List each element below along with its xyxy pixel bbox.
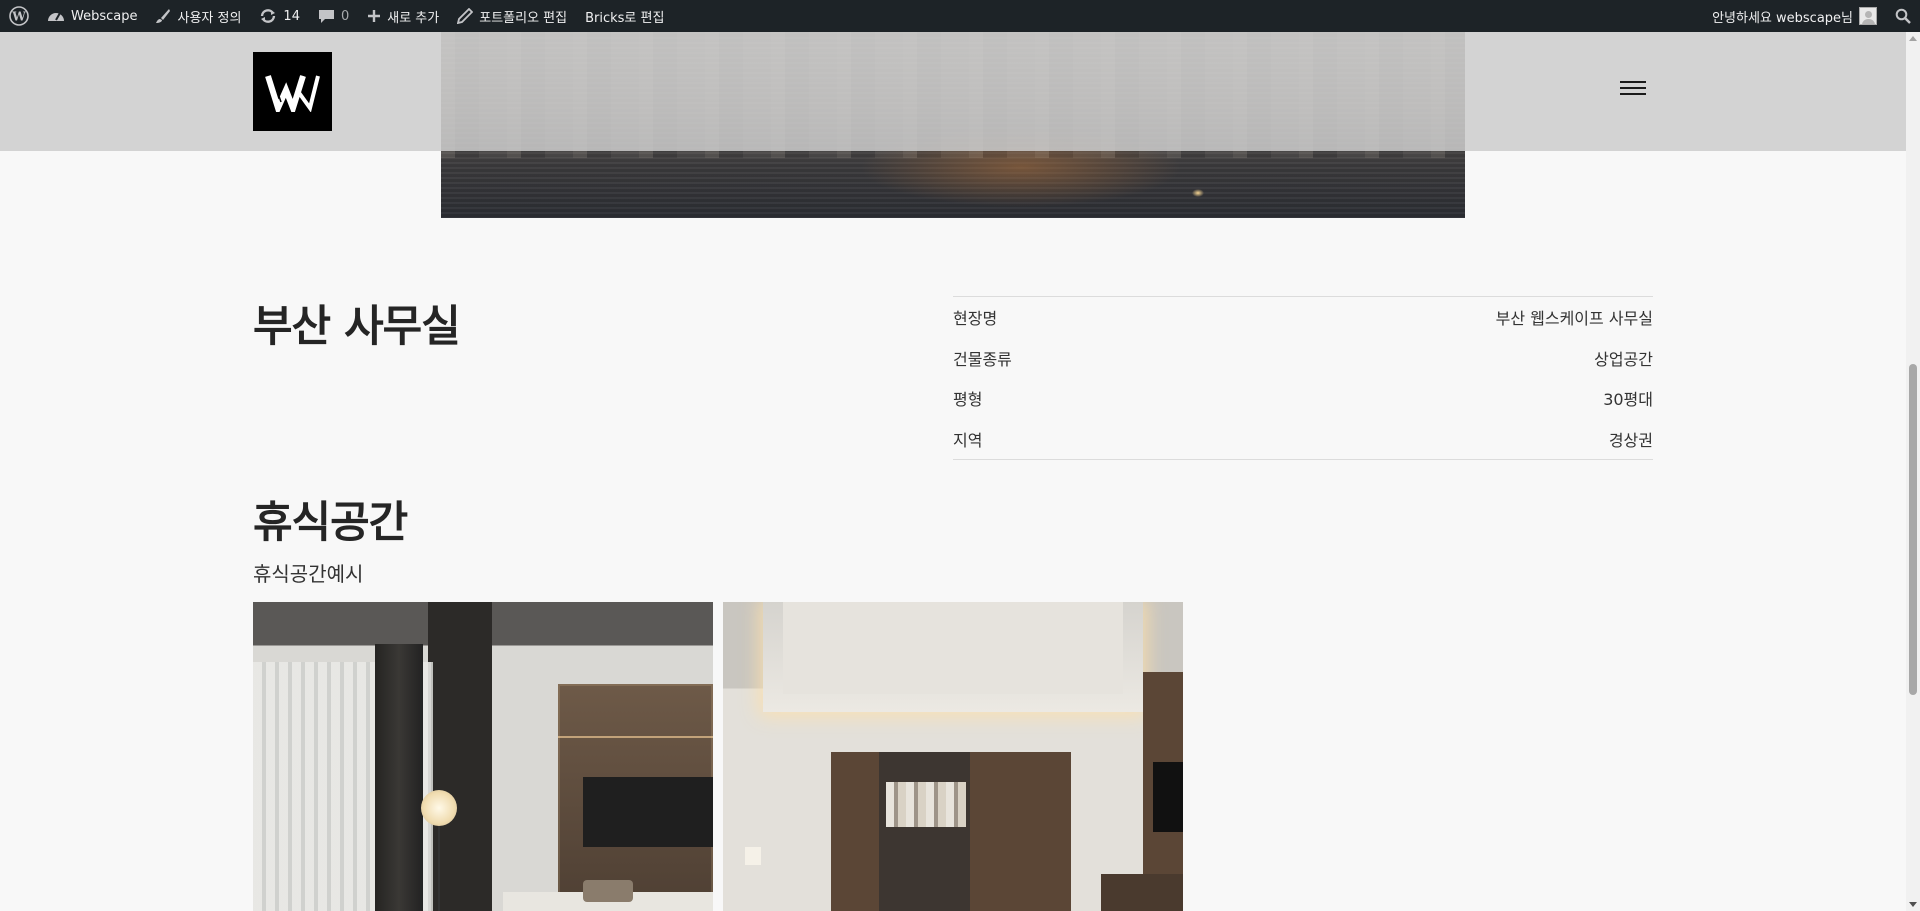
site-name-menu[interactable]: Webscape [38, 0, 146, 32]
svg-text:W: W [11, 10, 26, 24]
edit-portfolio-link[interactable]: 포트폴리오 편집 [448, 0, 576, 32]
customize-link[interactable]: 사용자 정의 [146, 0, 250, 32]
hanging-clothes [886, 782, 966, 827]
updates-link[interactable]: 14 [250, 0, 309, 32]
updates-count: 14 [283, 8, 300, 24]
scroll-down-arrow-icon[interactable] [1909, 902, 1917, 907]
menu-line [1620, 81, 1646, 83]
new-content-link[interactable]: 새로 추가 [358, 0, 448, 32]
pencil-icon [457, 8, 474, 24]
wp-logo-menu[interactable]: W [0, 0, 38, 32]
television [1153, 762, 1183, 832]
plus-icon [367, 9, 381, 23]
info-label: 지역 [953, 430, 983, 450]
info-row: 지역 경상권 [953, 419, 1653, 460]
project-info-table: 현장명 부산 웹스케이프 사무실 건물종류 상업공간 평형 30평대 지역 경상… [953, 296, 1653, 460]
dark-curtain [375, 644, 423, 911]
comments-link[interactable]: 0 [309, 0, 358, 32]
info-label: 건물종류 [953, 349, 1012, 369]
menu-line [1620, 93, 1646, 95]
edit-with-bricks-link[interactable]: Bricks로 편집 [576, 0, 673, 32]
gallery-image-bedroom-1[interactable] [253, 602, 713, 911]
menu-line [1620, 87, 1646, 89]
desk [1101, 874, 1183, 911]
site-logo[interactable] [253, 52, 332, 131]
scroll-thumb[interactable] [1909, 364, 1917, 695]
info-row: 평형 30평대 [953, 378, 1653, 419]
new-label: 새로 추가 [387, 10, 440, 26]
refresh-icon [259, 8, 277, 24]
bricks-label: Bricks로 편집 [585, 10, 665, 26]
search-icon [1895, 8, 1911, 24]
page-title: 부산 사무실 [253, 302, 461, 352]
headboard [583, 777, 713, 847]
info-row: 현장명 부산 웹스케이프 사무실 [953, 297, 1653, 338]
greeting-text: 안녕하세요 webscape님 [1712, 10, 1853, 26]
floor-lamp [421, 790, 457, 826]
gallery-image-bedroom-2[interactable] [723, 602, 1183, 911]
lamp-pole [438, 826, 440, 911]
bedside-lamp [745, 847, 761, 865]
info-value: 상업공간 [1594, 349, 1653, 369]
logo-mark [264, 74, 320, 112]
page-scrollbar[interactable] [1906, 32, 1920, 911]
pillow [583, 880, 633, 902]
avatar [1859, 7, 1877, 25]
dashboard-icon [47, 8, 65, 24]
info-row: 건물종류 상업공간 [953, 338, 1653, 379]
comments-count: 0 [340, 8, 350, 24]
info-label: 평형 [953, 390, 983, 410]
admin-search[interactable] [1886, 0, 1920, 32]
section-subtitle: 휴식공간예시 [253, 562, 364, 586]
ceiling-recess [783, 602, 1123, 694]
info-value: 경상권 [1608, 430, 1653, 450]
admin-bar: W Webscape 사용자 정의 14 0 새로 추가 포트폴리오 편집 Br… [0, 0, 1920, 32]
customize-label: 사용자 정의 [177, 10, 242, 26]
scroll-up-arrow-icon[interactable] [1909, 36, 1917, 41]
hamburger-menu-icon[interactable] [1620, 78, 1646, 98]
wardrobe [831, 752, 1071, 911]
info-label: 현장명 [953, 309, 998, 329]
wordpress-icon: W [9, 6, 29, 26]
info-value: 부산 웹스케이프 사무실 [1495, 309, 1653, 329]
site-name: Webscape [71, 8, 138, 24]
edit-portfolio-label: 포트폴리오 편집 [479, 10, 568, 26]
info-value: 30평대 [1603, 390, 1653, 410]
account-menu[interactable]: 안녕하세요 webscape님 [1703, 0, 1886, 32]
brush-icon [155, 8, 171, 24]
comment-icon [318, 8, 335, 24]
section-title: 휴식공간 [253, 498, 408, 548]
site-header [0, 32, 1906, 151]
